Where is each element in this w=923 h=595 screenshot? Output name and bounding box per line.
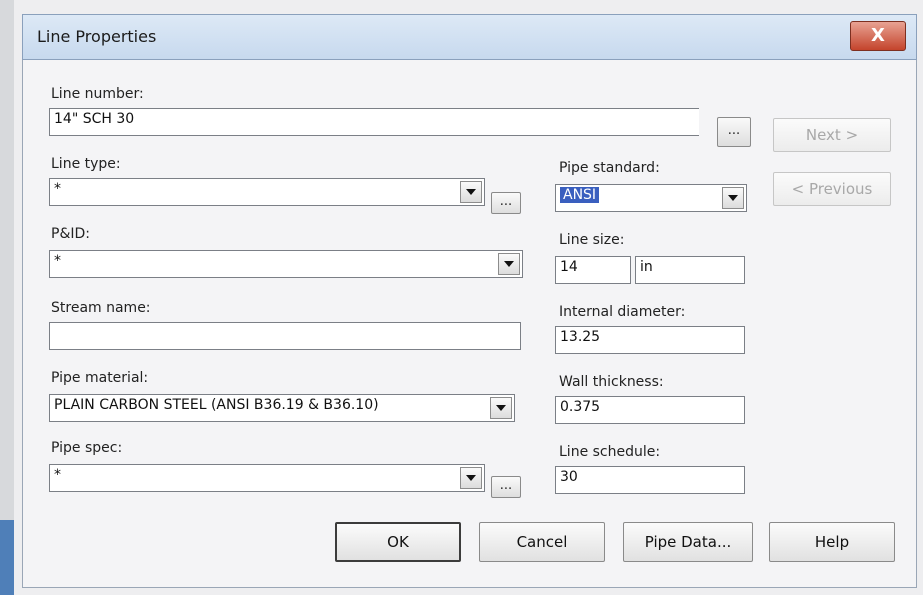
line-type-select[interactable]: * [49, 178, 485, 206]
pipe-material-value: PLAIN CARBON STEEL (ANSI B36.19 & B36.10… [54, 397, 379, 413]
help-label: Help [814, 533, 850, 551]
line-schedule-label: Line schedule: [559, 444, 661, 460]
line-size-label: Line size: [559, 232, 625, 248]
stream-name-label: Stream name: [51, 300, 151, 316]
pipe-standard-dropdown-button[interactable] [722, 187, 744, 209]
wall-thickness-value: 0.375 [560, 399, 601, 415]
chevron-down-icon [496, 405, 506, 411]
chevron-down-icon [466, 189, 476, 195]
wall-thickness-input[interactable]: 0.375 [555, 396, 745, 424]
pid-label: P&ID: [51, 226, 90, 242]
pipe-spec-select[interactable]: * [49, 464, 485, 492]
pipe-spec-dropdown-button[interactable] [460, 467, 482, 489]
line-schedule-input[interactable]: 30 [555, 466, 745, 494]
wall-thickness-label: Wall thickness: [559, 374, 664, 390]
line-size-value: 14 [560, 259, 578, 275]
pid-dropdown-button[interactable] [498, 253, 520, 275]
ok-label: OK [387, 533, 409, 551]
pipe-spec-browse-button[interactable]: ... [491, 476, 521, 498]
previous-button[interactable]: < Previous [773, 172, 891, 206]
line-number-browse-button[interactable]: ... [717, 117, 751, 147]
line-type-dropdown-button[interactable] [460, 181, 482, 203]
pipe-standard-value: ANSI [560, 187, 600, 203]
title-bar: Line Properties X [22, 14, 917, 60]
line-size-unit-field[interactable]: in [635, 256, 745, 284]
line-type-value: * [54, 181, 61, 197]
pipe-material-dropdown-button[interactable] [490, 397, 512, 419]
previous-label: < Previous [791, 180, 873, 198]
ellipsis-label: ... [727, 123, 741, 138]
pid-select[interactable]: * [49, 250, 523, 278]
cancel-button[interactable]: Cancel [479, 522, 605, 562]
window-title: Line Properties [37, 27, 157, 46]
ellipsis-label: ... [499, 478, 513, 493]
ok-button[interactable]: OK [335, 522, 461, 562]
close-icon: X [871, 25, 885, 46]
taskbar-fragment [0, 520, 14, 595]
background-window-strip [0, 0, 14, 595]
line-schedule-value: 30 [560, 469, 578, 485]
pipe-spec-value: * [54, 467, 61, 483]
internal-diameter-input[interactable]: 13.25 [555, 326, 745, 354]
pipe-standard-label: Pipe standard: [559, 160, 660, 176]
pipe-material-label: Pipe material: [51, 370, 149, 386]
next-button[interactable]: Next > [773, 118, 891, 152]
cancel-label: Cancel [516, 533, 568, 551]
chevron-down-icon [504, 261, 514, 267]
next-label: Next > [805, 126, 859, 144]
line-number-input[interactable]: 14" SCH 30 [49, 108, 699, 136]
pipe-spec-label: Pipe spec: [51, 440, 123, 456]
line-size-input[interactable]: 14 [555, 256, 631, 284]
pipe-standard-select[interactable]: ANSI [555, 184, 747, 212]
ellipsis-label: ... [499, 194, 513, 209]
pipe-data-button[interactable]: Pipe Data... [623, 522, 753, 562]
internal-diameter-value: 13.25 [560, 329, 601, 345]
stream-name-input[interactable] [49, 322, 521, 350]
pid-value: * [54, 253, 61, 269]
pipe-material-select[interactable]: PLAIN CARBON STEEL (ANSI B36.19 & B36.10… [49, 394, 515, 422]
chevron-down-icon [728, 195, 738, 201]
pipe-data-label: Pipe Data... [644, 533, 732, 551]
line-type-browse-button[interactable]: ... [491, 192, 521, 214]
help-button[interactable]: Help [769, 522, 895, 562]
dialog-body: Line number: 14" SCH 30 ... Next > < Pre… [22, 60, 917, 588]
screenshot-frame: Line Properties X Line number: 14" SCH 3… [0, 0, 923, 595]
line-number-label: Line number: [51, 86, 144, 102]
line-number-value: 14" SCH 30 [54, 111, 135, 127]
chevron-down-icon [466, 475, 476, 481]
close-button[interactable]: X [850, 21, 906, 51]
line-size-unit: in [640, 259, 653, 275]
line-type-label: Line type: [51, 156, 121, 172]
internal-diameter-label: Internal diameter: [559, 304, 686, 320]
